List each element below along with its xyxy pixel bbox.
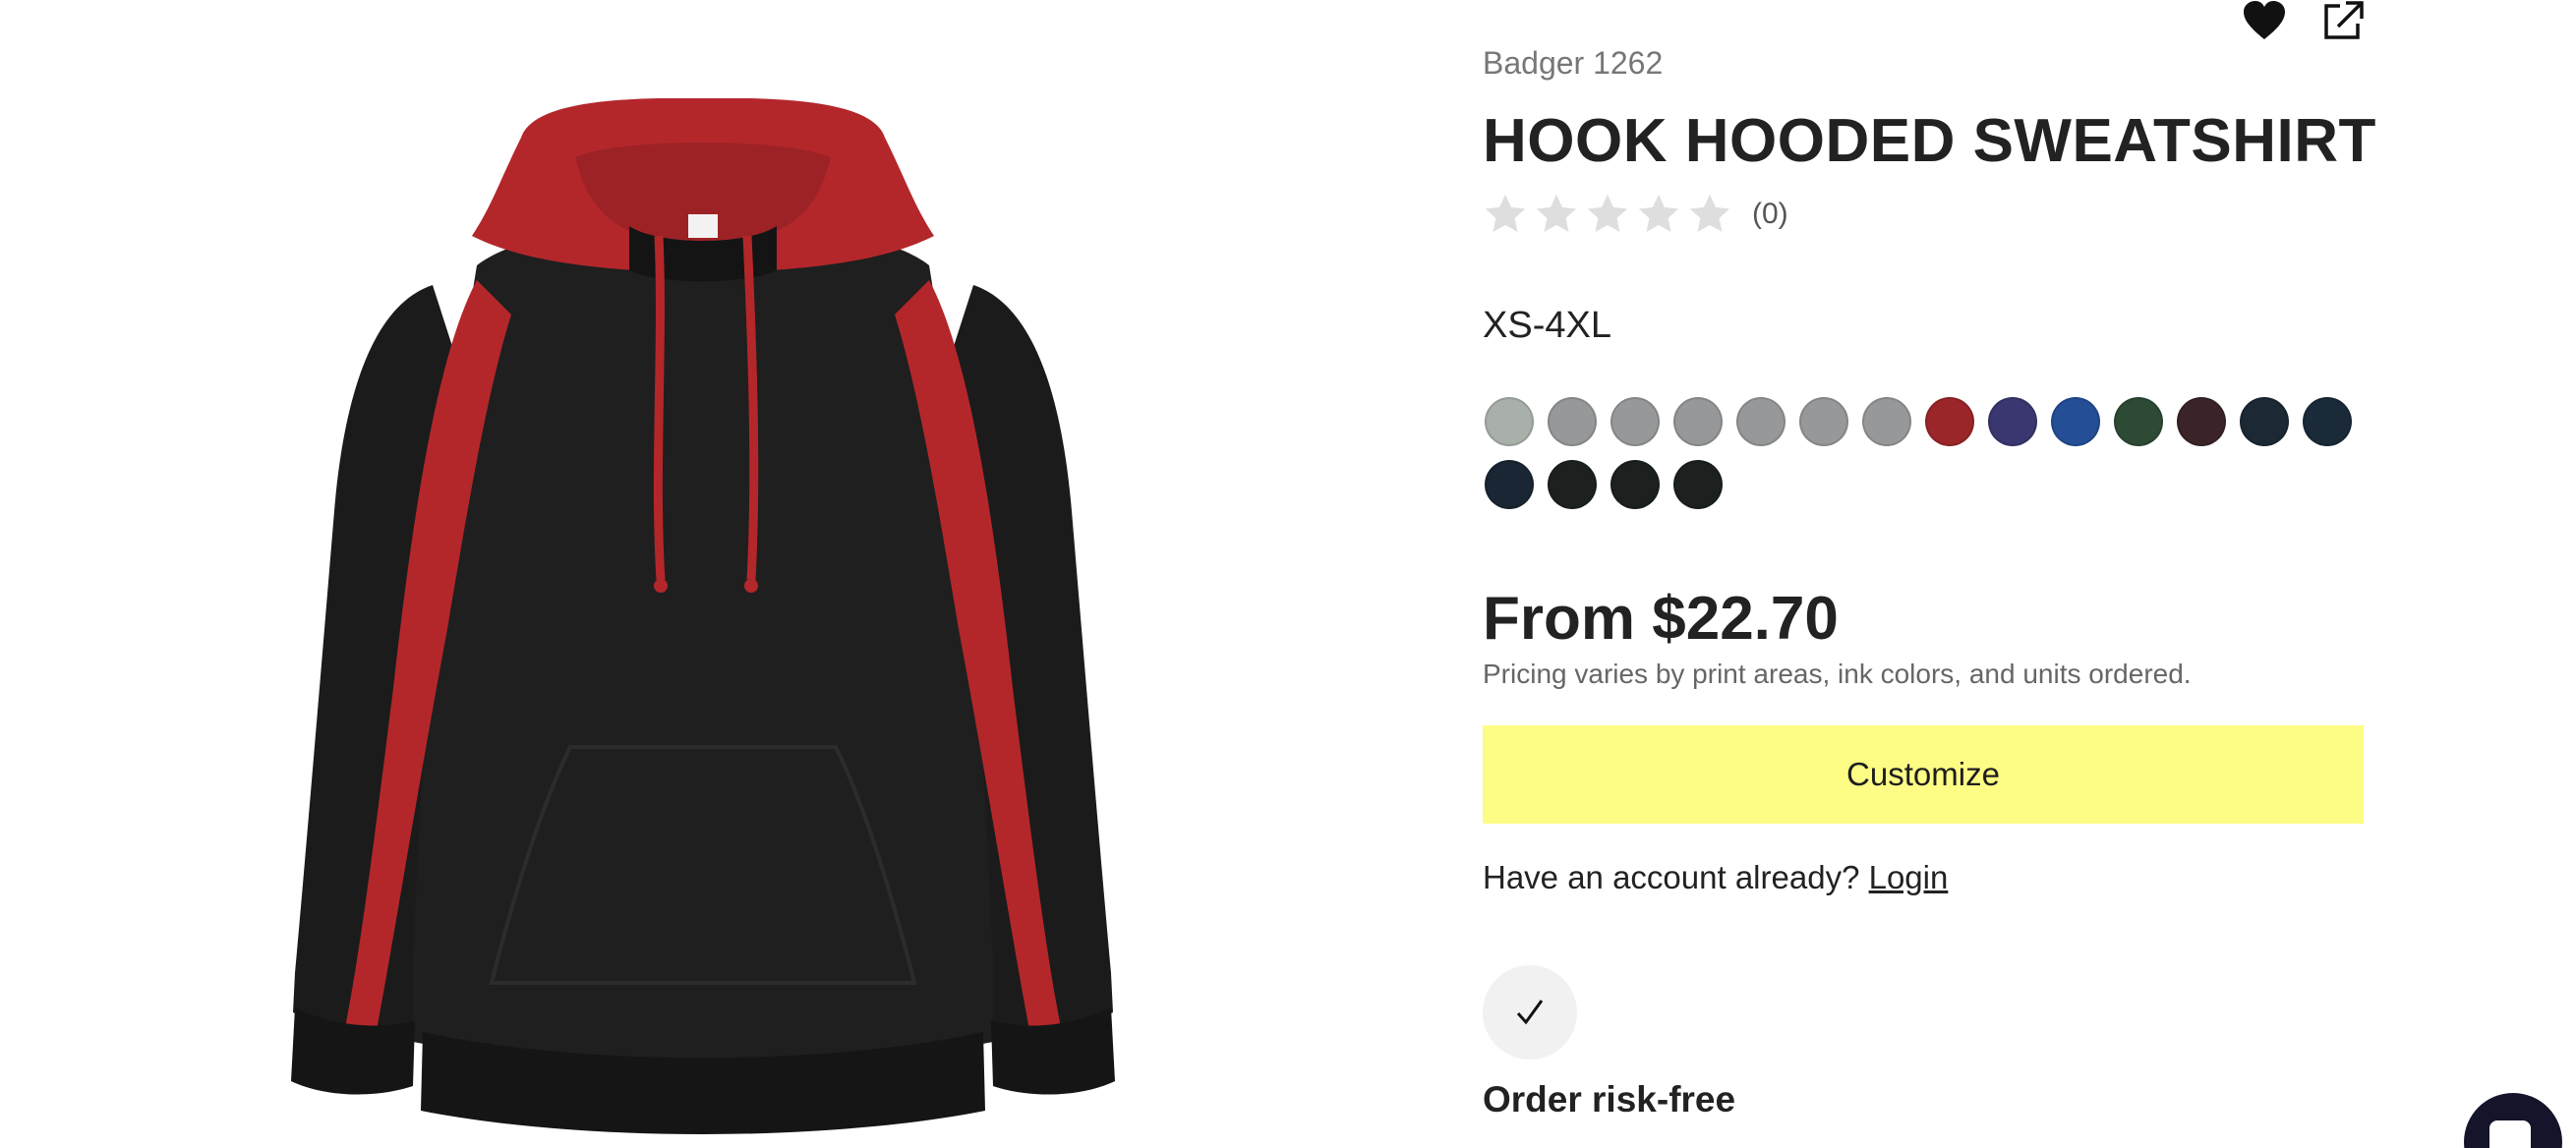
checkmark-badge — [1483, 965, 1577, 1060]
color-swatch[interactable] — [2240, 397, 2289, 446]
star-icon[interactable] — [1585, 192, 1630, 237]
product-brand-sku: Badger 1262 — [1483, 45, 1664, 81]
star-icon[interactable] — [1534, 192, 1579, 237]
color-swatch[interactable] — [1548, 460, 1597, 509]
product-page: Badger 1262 HOOK HOODED SWEATSHIRT (0) X… — [0, 0, 2576, 1148]
color-swatch[interactable] — [2114, 397, 2163, 446]
top-actions — [2242, 0, 2370, 43]
price: From $22.70 — [1483, 585, 1839, 653]
chat-button[interactable] — [2464, 1093, 2562, 1148]
account-prompt-text: Have an account already? — [1483, 859, 1860, 895]
color-swatches — [1485, 397, 2370, 509]
external-link-icon[interactable] — [2320, 0, 2366, 43]
color-swatch[interactable] — [1988, 397, 2037, 446]
star-icon[interactable] — [1636, 192, 1681, 237]
color-swatch[interactable] — [2177, 397, 2226, 446]
hoodie-image — [291, 98, 1115, 1134]
checkmark-icon — [1516, 1000, 1544, 1025]
color-swatch[interactable] — [1736, 397, 1786, 446]
size-range: XS-4XL — [1483, 305, 1611, 346]
color-swatch[interactable] — [1673, 460, 1723, 509]
chat-icon — [2489, 1120, 2531, 1148]
color-swatch[interactable] — [1925, 397, 1974, 446]
rating: (0) — [1483, 191, 1788, 238]
color-swatch[interactable] — [1862, 397, 1911, 446]
product-title: HOOK HOODED SWEATSHIRT — [1483, 107, 2376, 175]
color-swatch[interactable] — [1485, 460, 1534, 509]
color-swatch[interactable] — [2051, 397, 2100, 446]
color-swatch[interactable] — [2303, 397, 2352, 446]
star-icon[interactable] — [1687, 192, 1732, 237]
color-swatch[interactable] — [1673, 397, 1723, 446]
color-swatch[interactable] — [1799, 397, 1848, 446]
color-swatch[interactable] — [1548, 397, 1597, 446]
price-note: Pricing varies by print areas, ink color… — [1483, 659, 2192, 689]
star-icon[interactable] — [1483, 192, 1528, 237]
account-prompt: Have an account already? Login — [1483, 859, 1948, 896]
order-risk-free-heading: Order risk-free — [1483, 1079, 1736, 1119]
login-link[interactable]: Login — [1869, 859, 1949, 895]
color-swatch[interactable] — [1485, 397, 1534, 446]
color-swatch[interactable] — [1610, 397, 1660, 446]
color-swatch[interactable] — [1610, 460, 1660, 509]
product-image[interactable] — [265, 98, 1141, 1140]
customize-button[interactable]: Customize — [1483, 725, 2364, 824]
heart-icon[interactable] — [2242, 0, 2287, 43]
rating-count[interactable]: (0) — [1752, 198, 1788, 231]
